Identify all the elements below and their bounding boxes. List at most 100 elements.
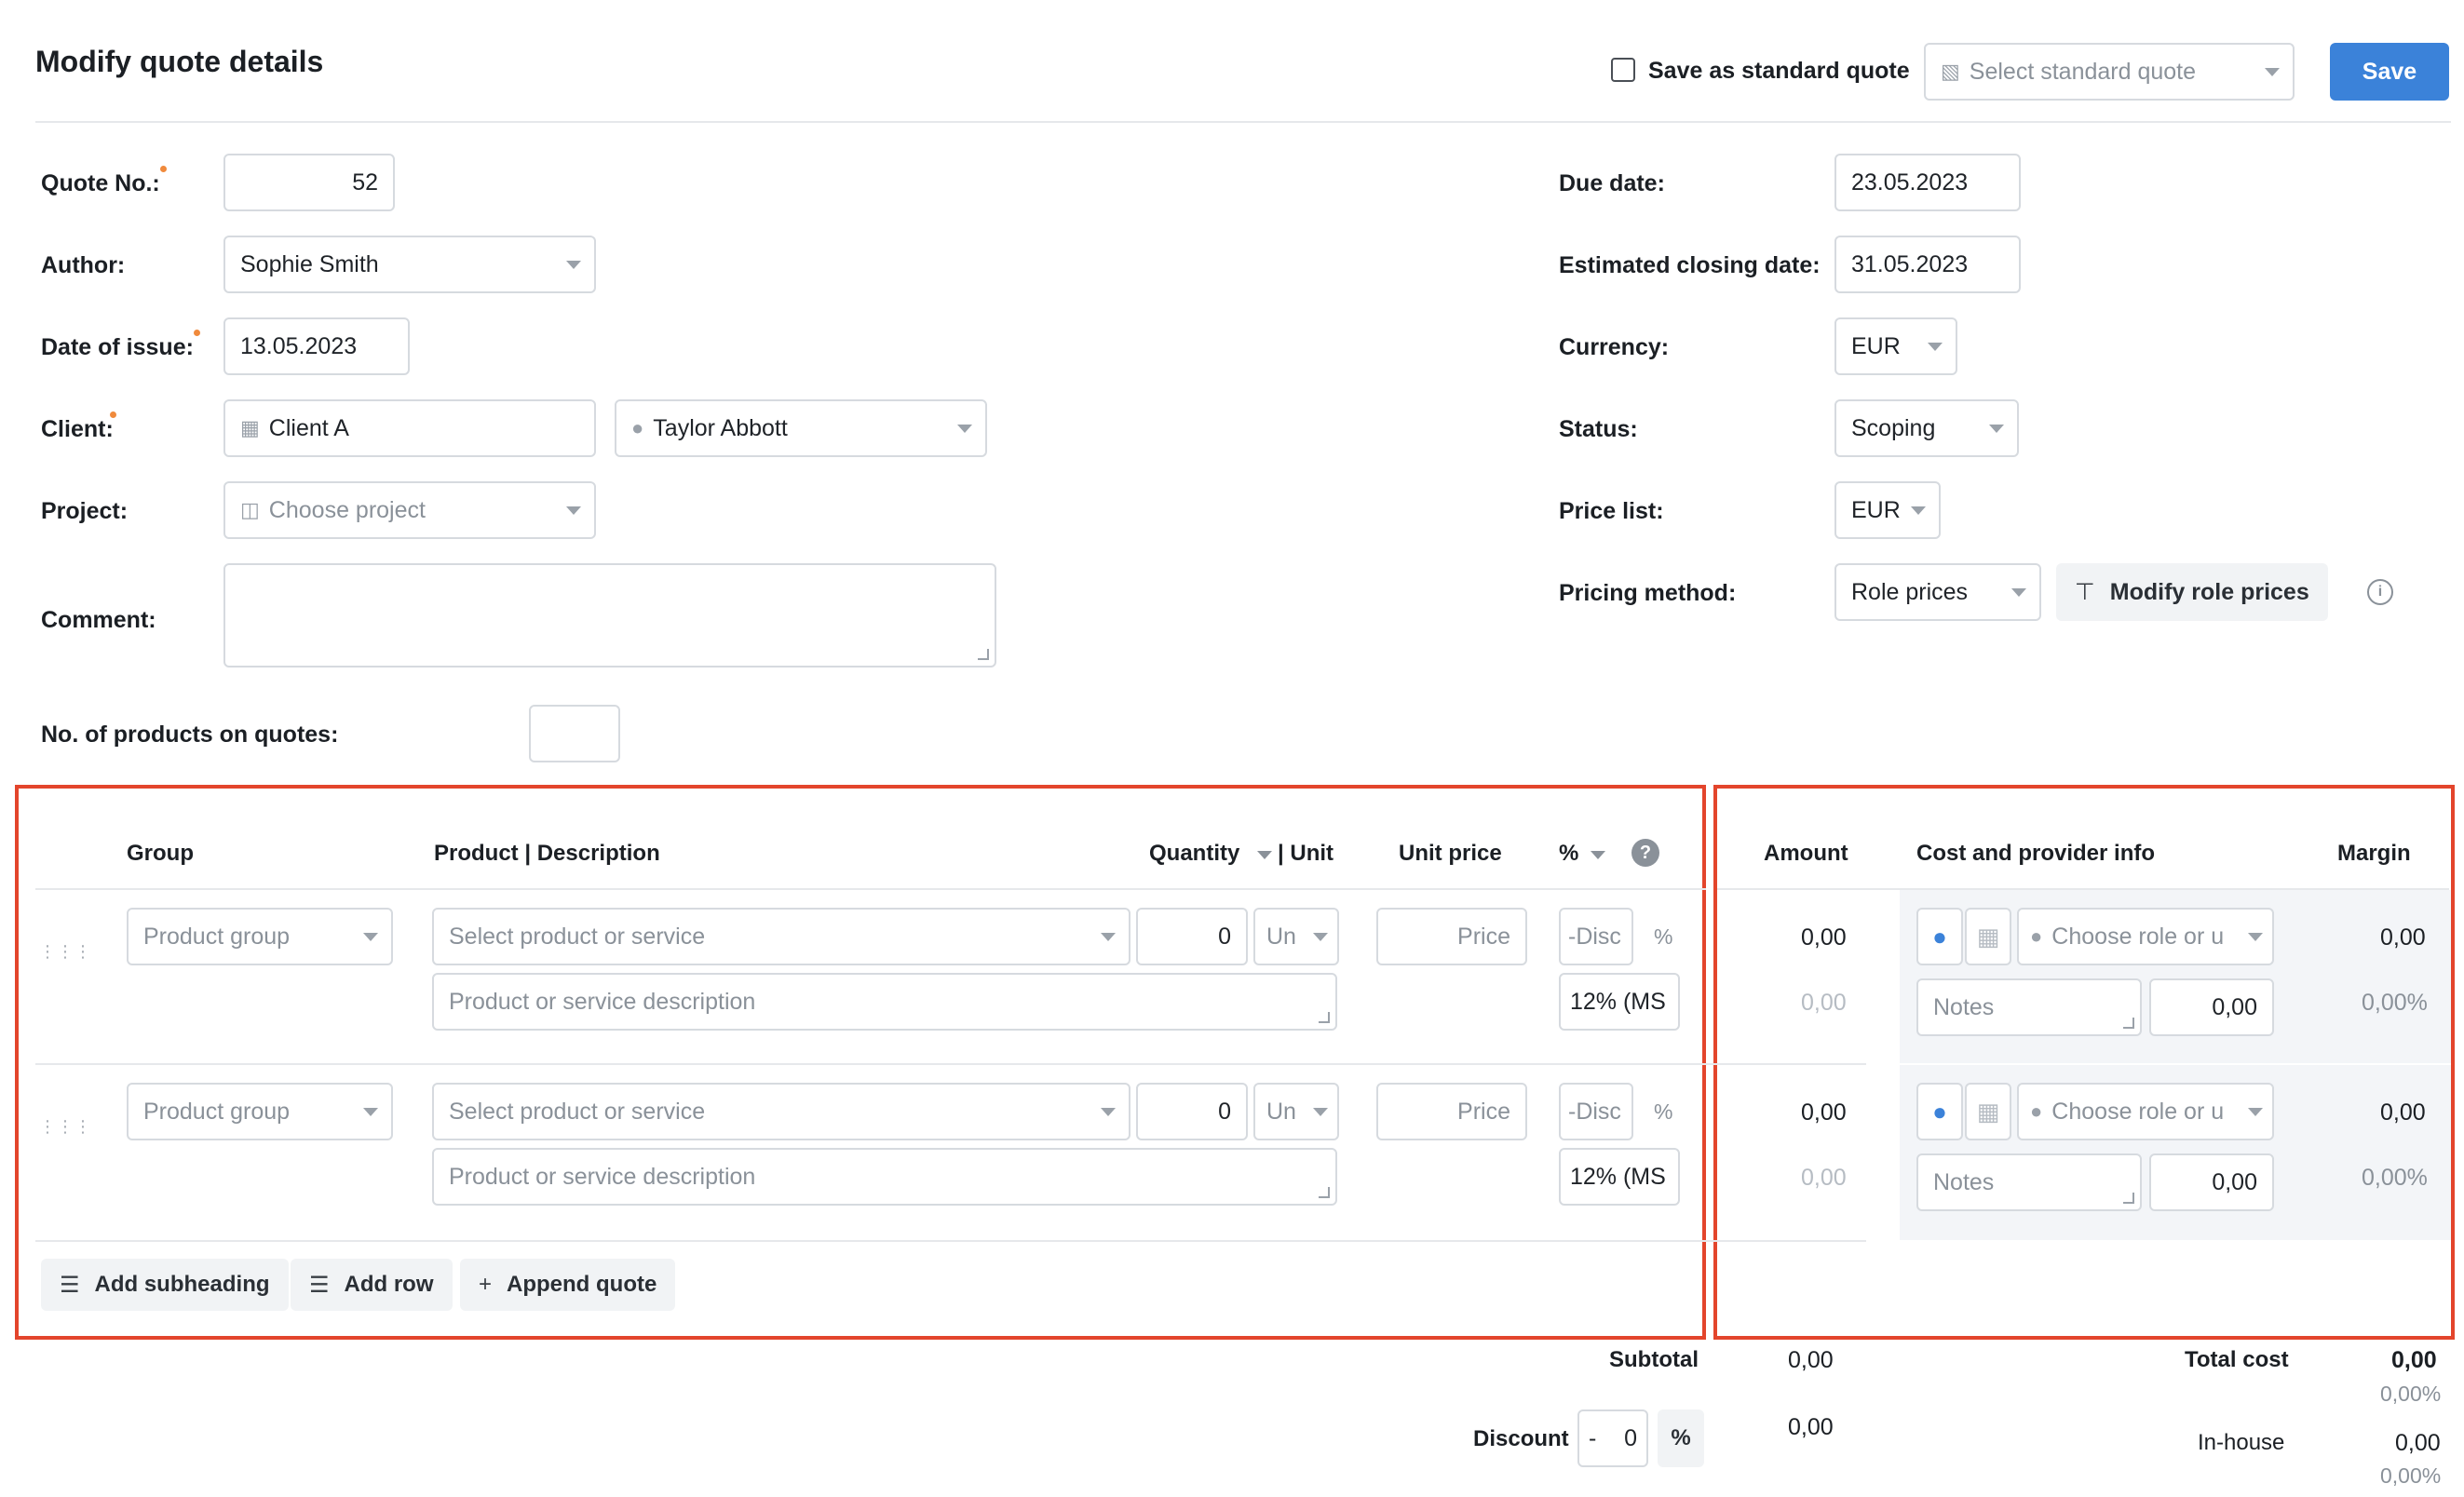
price-list-label: Price list: — [1559, 498, 1664, 524]
due-date-input[interactable]: 23.05.2023 — [1834, 154, 2021, 211]
price-input[interactable]: Price — [1376, 1083, 1527, 1140]
product-select-placeholder: Select product or service — [449, 923, 706, 950]
resize-grip-icon[interactable] — [1319, 1187, 1330, 1198]
chevron-down-icon[interactable] — [1257, 851, 1272, 859]
notes-textarea[interactable]: Notes — [1916, 1153, 2142, 1211]
required-indicator — [160, 166, 167, 172]
notes-textarea[interactable]: Notes — [1916, 978, 2142, 1036]
contact-dropdown[interactable]: ● Taylor Abbott — [615, 399, 987, 457]
resize-grip-icon[interactable] — [2123, 1018, 2134, 1029]
quantity-input[interactable]: 0 — [1136, 1083, 1248, 1140]
product-select-dropdown[interactable]: Select product or service — [432, 908, 1130, 965]
person-icon[interactable]: ● — [1916, 1083, 1963, 1140]
select-standard-quote-dropdown[interactable]: ▧ Select standard quote — [1924, 43, 2295, 101]
drag-handle-icon[interactable]: ⋮⋮⋮ — [39, 943, 92, 960]
cost-input[interactable]: 0,00 — [2149, 978, 2274, 1036]
price-list-dropdown[interactable]: EUR — [1834, 481, 1941, 539]
page-title: Modify quote details — [35, 45, 324, 78]
resize-grip-icon[interactable] — [978, 649, 989, 660]
column-header-cost-info: Cost and provider info — [1916, 841, 2156, 866]
amount-sub-value: 0,00 — [1801, 990, 1847, 1016]
column-header-quantity[interactable]: Quantity — [1149, 841, 1239, 867]
quote-no-label: Quote No.: — [41, 170, 160, 196]
currency-value: EUR — [1851, 332, 1901, 359]
help-icon[interactable]: ? — [1631, 839, 1659, 867]
add-row-label: Add row — [344, 1272, 434, 1297]
total-discount-input[interactable]: - 0 — [1577, 1409, 1648, 1467]
cost-input[interactable]: 0,00 — [2149, 1153, 2274, 1211]
role-dropdown[interactable]: ● Choose role or u — [2017, 1083, 2274, 1140]
chevron-down-icon — [1911, 506, 1926, 515]
discount-input[interactable]: -Disc — [1559, 908, 1633, 965]
discount-unit-toggle[interactable]: % — [1658, 1409, 1704, 1467]
column-header-amount: Amount — [1764, 841, 1848, 866]
client-input[interactable]: ▦ Client A — [223, 399, 596, 457]
products-count-input[interactable] — [529, 705, 620, 762]
price-list-value: EUR — [1851, 496, 1901, 523]
tax-dropdown[interactable]: 12% (MS — [1559, 973, 1680, 1031]
unit-dropdown[interactable]: Un — [1253, 1083, 1339, 1140]
save-standard-checkbox[interactable] — [1611, 58, 1635, 82]
role-dropdown[interactable]: ● Choose role or u — [2017, 908, 2274, 965]
pricing-method-dropdown[interactable]: Role prices — [1834, 563, 2041, 621]
tax-dropdown[interactable]: 12% (MS — [1559, 1148, 1680, 1206]
discount-label: Discount — [1473, 1426, 1569, 1451]
person-icon: ● — [2030, 924, 2043, 948]
closing-date-label: Estimated closing date: — [1559, 252, 1821, 278]
product-group-dropdown[interactable]: Product group — [127, 1083, 393, 1140]
unit-dropdown[interactable]: Un — [1253, 908, 1339, 965]
discount-sign: - — [1589, 1424, 1597, 1451]
modify-role-prices-button[interactable]: ⊤ Modify role prices — [2056, 563, 2328, 621]
role-placeholder: Choose role or u — [2051, 1098, 2225, 1125]
chevron-down-icon — [2248, 1108, 2263, 1116]
notes-placeholder: Notes — [1933, 1168, 1995, 1195]
table-header-divider — [35, 888, 1706, 890]
add-row-button[interactable]: ☰ Add row — [291, 1259, 453, 1311]
currency-dropdown[interactable]: EUR — [1834, 317, 1957, 375]
unit-placeholder: Un — [1266, 923, 1296, 950]
chevron-down-icon — [1928, 343, 1943, 351]
status-dropdown[interactable]: Scoping — [1834, 399, 2019, 457]
project-dropdown[interactable]: ◫ Choose project — [223, 481, 596, 539]
building-icon[interactable]: ▦ — [1965, 908, 2011, 965]
closing-date-input[interactable]: 31.05.2023 — [1834, 236, 2021, 293]
description-textarea[interactable]: Product or service description — [432, 1148, 1337, 1206]
save-standard-label[interactable]: Save as standard quote — [1648, 58, 1910, 85]
chevron-down-icon — [2011, 588, 2026, 597]
date-issue-input[interactable]: 13.05.2023 — [223, 317, 410, 375]
required-indicator — [110, 411, 116, 418]
save-button[interactable]: Save — [2330, 43, 2449, 101]
chevron-down-icon[interactable] — [1591, 851, 1605, 859]
resize-grip-icon[interactable] — [2123, 1193, 2134, 1204]
column-header-unit: | Unit — [1278, 841, 1334, 866]
role-placeholder: Choose role or u — [2051, 923, 2225, 950]
discount-percent-sign: % — [1654, 1099, 1673, 1124]
building-icon[interactable]: ▦ — [1965, 1083, 2011, 1140]
append-quote-button[interactable]: + Append quote — [460, 1259, 676, 1311]
discount-input[interactable]: -Disc — [1559, 1083, 1633, 1140]
inhouse-value: 0,00 — [2395, 1430, 2441, 1456]
due-date-label: Due date: — [1559, 170, 1665, 196]
total-cost-value: 0,00 — [2391, 1347, 2437, 1373]
product-group-dropdown[interactable]: Product group — [127, 908, 393, 965]
info-icon[interactable]: i — [2367, 579, 2393, 605]
quantity-input[interactable]: 0 — [1136, 908, 1248, 965]
contact-value: Taylor Abbott — [653, 414, 788, 441]
resize-grip-icon[interactable] — [1319, 1012, 1330, 1023]
add-subheading-button[interactable]: ☰ Add subheading — [41, 1259, 289, 1311]
product-select-dropdown[interactable]: Select product or service — [432, 1083, 1130, 1140]
price-input[interactable]: Price — [1376, 908, 1527, 965]
person-icon[interactable]: ● — [1916, 908, 1963, 965]
date-issue-label: Date of issue: — [41, 334, 194, 360]
row-divider — [35, 1063, 1866, 1065]
comment-textarea[interactable] — [223, 563, 996, 668]
column-header-percent[interactable]: % — [1559, 841, 1578, 867]
discount-percent-sign: % — [1654, 924, 1673, 949]
total-cost-percent: 0,00% — [2380, 1382, 2442, 1406]
author-dropdown[interactable]: Sophie Smith — [223, 236, 596, 293]
chevron-down-icon — [2248, 933, 2263, 941]
description-textarea[interactable]: Product or service description — [432, 973, 1337, 1031]
description-placeholder: Product or service description — [449, 988, 756, 1015]
drag-handle-icon[interactable]: ⋮⋮⋮ — [39, 1118, 92, 1135]
quote-no-input[interactable]: 52 — [223, 154, 395, 211]
